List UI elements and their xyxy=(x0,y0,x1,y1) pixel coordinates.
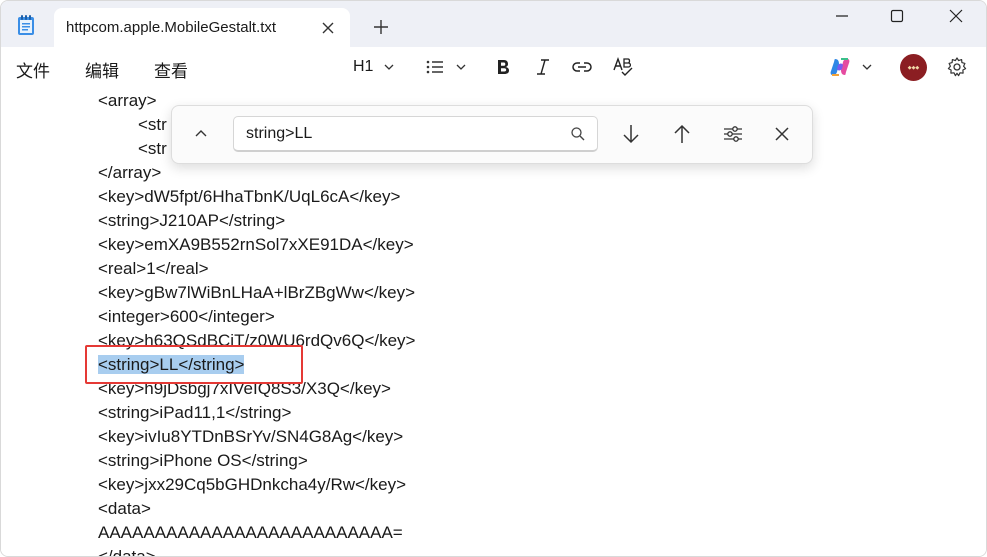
text-line: <string>iPhone OS</string> xyxy=(98,451,308,470)
italic-icon xyxy=(537,59,549,75)
find-input-box[interactable] xyxy=(233,116,598,152)
chevron-down-icon xyxy=(384,64,394,70)
text-line: <data> xyxy=(98,499,151,518)
minimize-icon[interactable] xyxy=(831,5,853,27)
close-icon[interactable] xyxy=(945,5,967,27)
chevron-up-icon[interactable] xyxy=(188,121,214,147)
heading-dropdown[interactable]: H1 xyxy=(353,55,395,79)
copilot-icon xyxy=(830,58,850,76)
text-line: </data> xyxy=(98,545,156,556)
close-icon[interactable] xyxy=(318,18,338,38)
text-line: <key>jxx29Cq5bGHDnkcha4y/Rw</key> xyxy=(98,475,407,494)
link-button[interactable] xyxy=(571,55,593,79)
text-line: <str xyxy=(138,139,167,158)
list-dropdown[interactable] xyxy=(425,55,467,79)
notepad-icon xyxy=(15,14,37,36)
text-line: <key>gBw7lWiBnLHaA+lBrZBgWw</key> xyxy=(98,283,415,302)
toolbar: 文件 编辑 查看 H1 xyxy=(1,47,986,90)
arrow-up-icon[interactable] xyxy=(669,121,695,147)
spellcheck-button[interactable] xyxy=(612,55,634,79)
avatar[interactable]: ◆◆◆ xyxy=(900,54,927,81)
text-line: <key>dW5fpt/6HhaTbnK/UqL6cA</key> xyxy=(98,187,401,206)
tab-title: httpcom.apple.MobileGestalt.txt xyxy=(66,19,277,36)
options-icon[interactable] xyxy=(720,121,746,147)
menu-file[interactable]: 文件 xyxy=(16,57,50,82)
menu-view[interactable]: 查看 xyxy=(154,57,188,82)
find-input[interactable] xyxy=(246,123,556,145)
list-icon xyxy=(426,60,443,74)
annotation-box xyxy=(85,345,303,384)
text-line: <integer>600</integer> xyxy=(98,307,275,326)
chevron-down-icon xyxy=(456,64,466,70)
arrow-down-icon[interactable] xyxy=(618,121,644,147)
find-bar xyxy=(171,105,813,164)
text-line: <key>ivIu8YTDnBSrYv/SN4G8Ag</key> xyxy=(98,427,404,446)
bold-button[interactable] xyxy=(493,55,513,79)
text-line: <string>J210AP</string> xyxy=(98,211,286,230)
link-icon xyxy=(572,62,592,72)
bold-icon xyxy=(498,60,509,74)
notepad-window: httpcom.apple.MobileGestalt.txt 文件 编辑 查看… xyxy=(0,0,987,557)
settings-button[interactable] xyxy=(946,55,968,79)
copilot-button[interactable] xyxy=(829,55,873,79)
search-icon[interactable] xyxy=(570,126,586,142)
text-line: <str xyxy=(138,115,167,134)
italic-button[interactable] xyxy=(533,55,553,79)
text-line: <key>emXA9B552rnSol7xXE91DA</key> xyxy=(98,235,414,254)
gear-icon xyxy=(947,57,967,77)
menu-edit[interactable]: 编辑 xyxy=(85,57,119,82)
title-bar: httpcom.apple.MobileGestalt.txt xyxy=(1,1,986,47)
text-line: <real>1</real> xyxy=(98,259,209,278)
text-line: <array> xyxy=(98,91,157,110)
maximize-icon[interactable] xyxy=(886,5,908,27)
text-line: AAAAAAAAAAAAAAAAAAAAAAAAAA= xyxy=(98,523,403,542)
heading-label: H1 xyxy=(353,58,374,75)
tab-document[interactable]: httpcom.apple.MobileGestalt.txt xyxy=(54,8,350,47)
chevron-down-icon xyxy=(862,64,872,70)
spellcheck-icon xyxy=(613,56,633,76)
text-line: </array> xyxy=(98,163,162,182)
text-line: <string>iPad11,1</string> xyxy=(98,403,292,422)
close-icon[interactable] xyxy=(769,121,795,147)
plus-icon[interactable] xyxy=(371,17,391,37)
